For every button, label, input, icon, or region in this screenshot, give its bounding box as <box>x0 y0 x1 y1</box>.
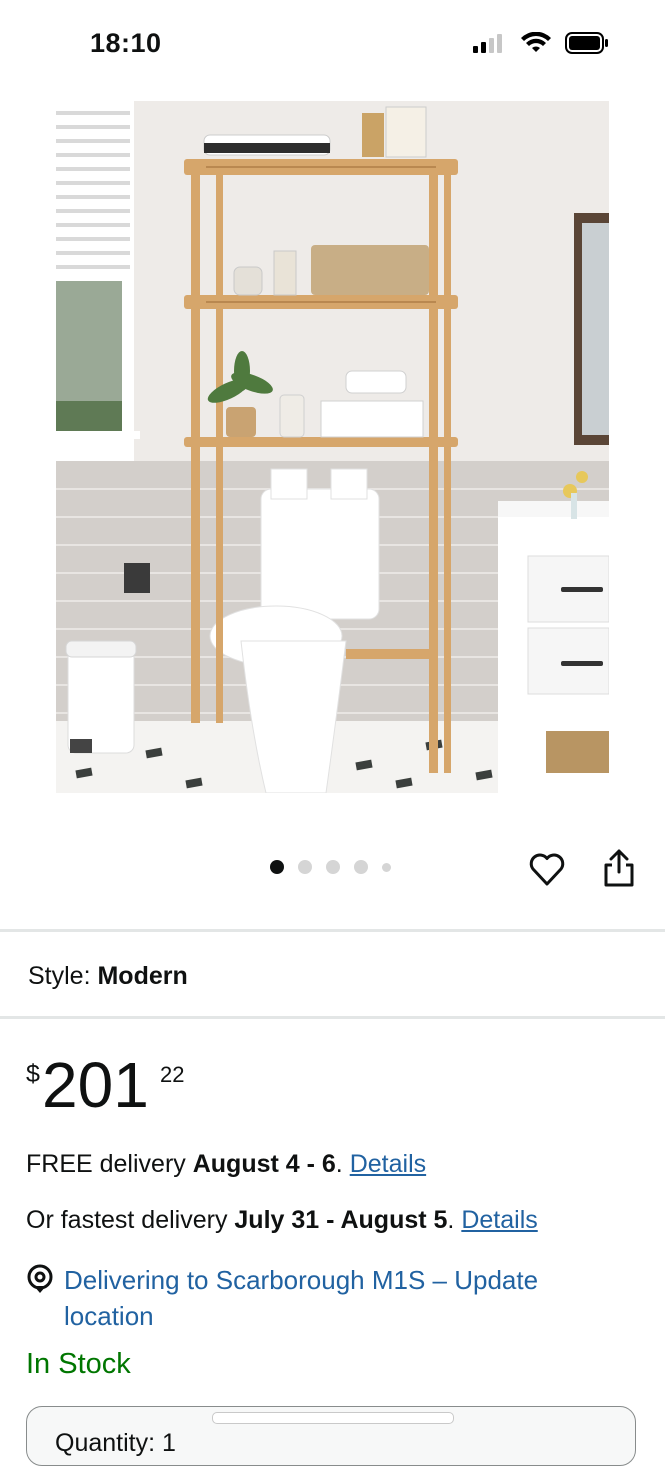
price-fraction: 22 <box>160 1062 185 1087</box>
cellular-signal-icon <box>473 34 502 53</box>
price-currency-symbol: $ <box>26 1060 40 1088</box>
carousel-dot-1[interactable] <box>270 860 284 874</box>
free-delivery-period: . <box>335 1150 343 1178</box>
free-delivery-line: FREE delivery August 4 - 6. Details <box>26 1150 426 1179</box>
share-icon <box>604 849 634 887</box>
fastest-delivery-prefix: Or fastest delivery <box>26 1206 228 1234</box>
image-carousel-dots[interactable] <box>270 860 391 874</box>
carousel-dot-2[interactable] <box>298 860 312 874</box>
product-image[interactable] <box>56 101 609 793</box>
section-divider <box>0 1016 665 1019</box>
quantity-label: Quantity: 1 <box>55 1429 176 1457</box>
carousel-dot-5[interactable] <box>382 862 391 872</box>
add-to-list-button[interactable] <box>528 850 566 888</box>
home-indicator <box>212 1412 454 1424</box>
battery-icon <box>565 32 608 54</box>
heart-icon <box>529 853 565 886</box>
status-icons <box>473 32 609 54</box>
share-button[interactable] <box>602 848 636 888</box>
style-label: Style: <box>28 962 91 990</box>
fastest-delivery-details-link[interactable]: Details <box>461 1206 537 1234</box>
free-delivery-prefix: FREE delivery <box>26 1150 186 1178</box>
free-delivery-details-link[interactable]: Details <box>350 1150 426 1178</box>
fastest-delivery-line: Or fastest delivery July 31 - August 5. … <box>26 1206 538 1235</box>
wifi-icon <box>521 32 551 52</box>
carousel-dot-3[interactable] <box>326 860 340 874</box>
style-value: Modern <box>97 962 188 990</box>
price-whole: 201 <box>42 1049 149 1121</box>
fastest-delivery-dates: July 31 - August 5 <box>234 1206 448 1234</box>
stock-status: In Stock <box>26 1348 131 1380</box>
status-time: 18:10 <box>90 28 162 58</box>
style-selector[interactable]: Style: Modern <box>28 962 188 991</box>
carousel-dot-4[interactable] <box>354 860 368 874</box>
free-delivery-dates: August 4 - 6 <box>192 1150 336 1178</box>
status-bar: 18:10 <box>0 0 665 92</box>
fastest-delivery-period: . <box>447 1206 455 1234</box>
location-pin-icon <box>27 1264 53 1293</box>
section-divider <box>0 929 665 932</box>
update-location-link[interactable]: Delivering to Scarborough M1S – Update l… <box>64 1262 624 1334</box>
